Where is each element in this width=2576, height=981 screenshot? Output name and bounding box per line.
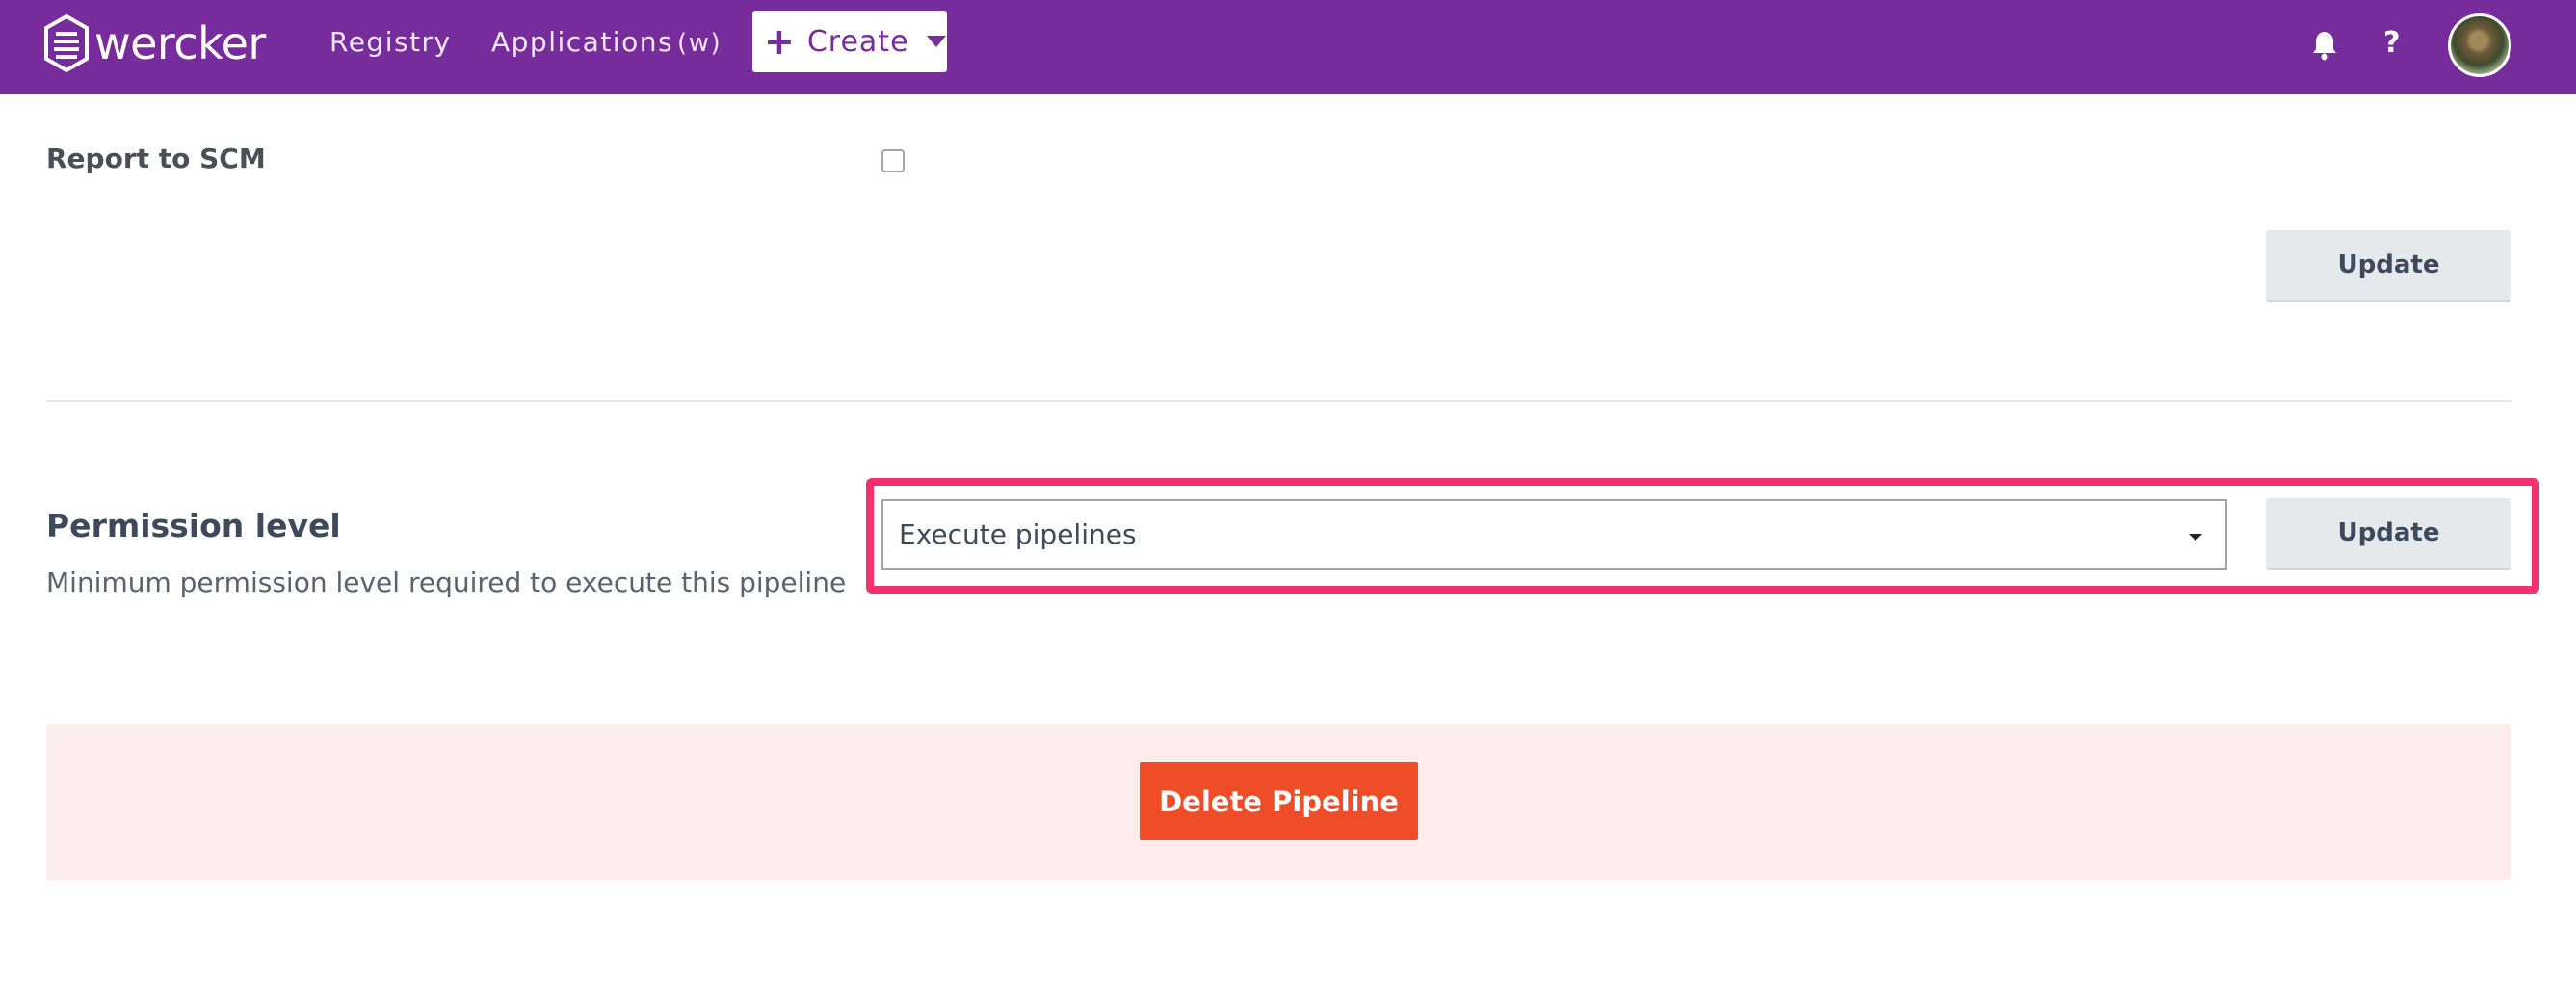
create-button[interactable]: + Create <box>752 11 947 72</box>
nav-registry[interactable]: Registry <box>329 21 452 64</box>
caret-down-icon <box>926 36 946 47</box>
logo-text: wercker <box>94 17 266 69</box>
permission-level-description: Minimum permission level required to exe… <box>46 567 847 598</box>
permission-level-title: Permission level <box>46 507 341 544</box>
top-navbar: wercker Registry Applications (w) + Creat… <box>0 0 2576 94</box>
user-avatar[interactable] <box>2448 13 2511 77</box>
report-scm-label: Report to SCM <box>46 143 266 174</box>
nav-applications[interactable]: Applications (w) <box>491 21 722 64</box>
wercker-logo[interactable]: wercker <box>42 12 266 75</box>
help-icon[interactable]: ? <box>2383 21 2408 66</box>
wercker-logo-icon <box>44 13 89 73</box>
nav-applications-label: Applications <box>491 26 674 58</box>
delete-pipeline-button[interactable]: Delete Pipeline <box>1140 762 1418 840</box>
section-divider <box>46 400 2511 402</box>
permission-update-button[interactable]: Update <box>2266 498 2511 570</box>
plus-icon: + <box>764 20 796 63</box>
bell-icon[interactable] <box>2310 29 2339 62</box>
dropdown-arrow-icon <box>2189 534 2202 541</box>
create-label: Create <box>806 24 909 59</box>
report-scm-update-button[interactable]: Update <box>2266 230 2511 302</box>
permission-level-selected: Execute pipelines <box>899 518 1137 550</box>
report-scm-checkbox[interactable] <box>881 149 905 172</box>
permission-level-select[interactable]: Execute pipelines <box>881 499 2227 570</box>
nav-applications-badge: (w) <box>677 29 723 58</box>
